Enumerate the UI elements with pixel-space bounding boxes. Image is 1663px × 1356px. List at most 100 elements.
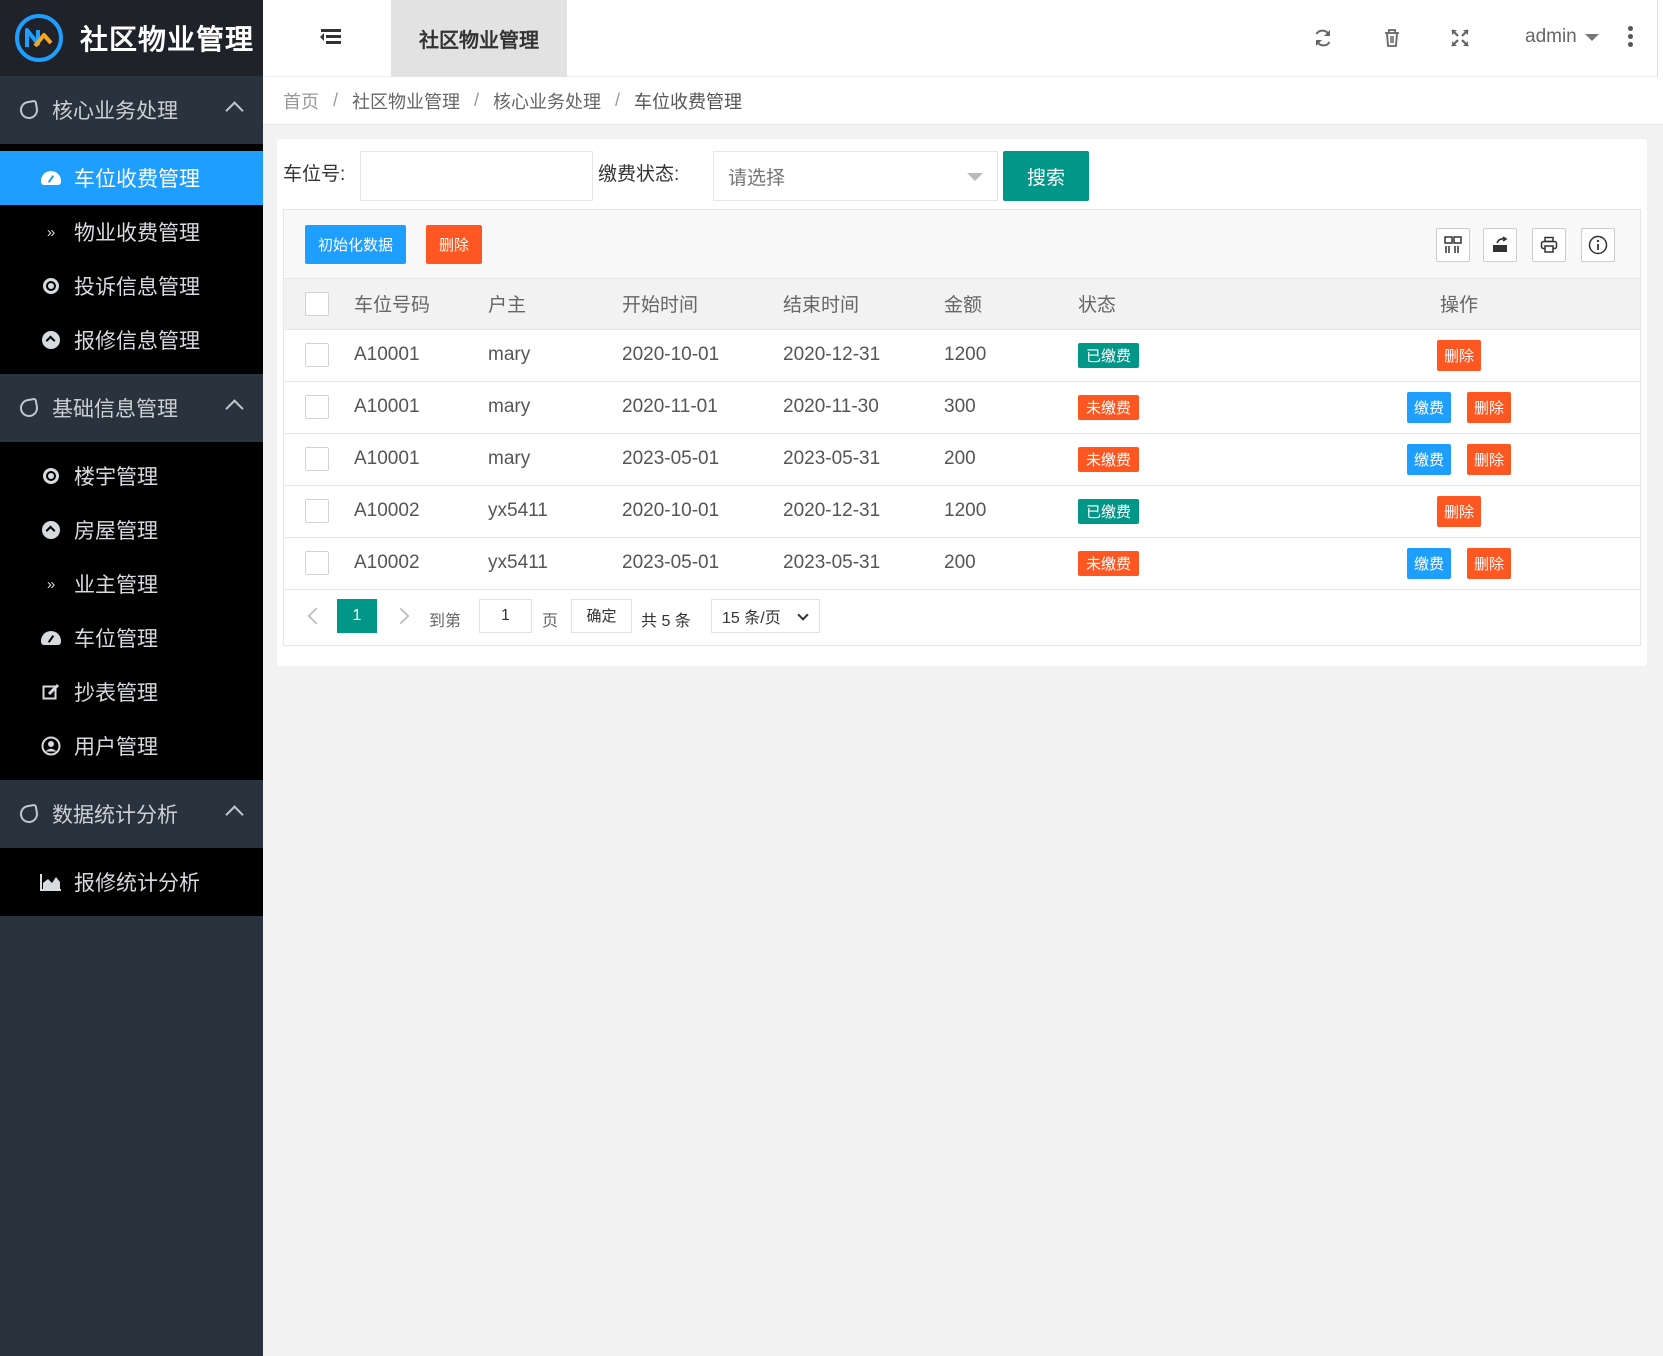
breadcrumb-separator: / — [474, 90, 480, 110]
sidebar-item-parking-spaces[interactable]: 车位管理 — [0, 611, 263, 665]
sidebar-item-label: 抄表管理 — [74, 682, 158, 705]
menu-group-items: 报修统计分析 — [0, 848, 263, 916]
chevron-up-icon — [225, 805, 244, 824]
page-current[interactable]: 1 — [337, 598, 377, 633]
tab-current[interactable]: 社区物业管理 — [391, 0, 567, 77]
logo[interactable]: 社区物业管理 — [0, 0, 263, 76]
chevron-up-icon — [225, 101, 244, 120]
space-input[interactable] — [360, 151, 593, 201]
cell-space: A10001 — [354, 381, 488, 434]
row-delete-button[interactable]: 删除 — [1436, 339, 1481, 371]
sidebar-item-parking-fee[interactable]: 车位收费管理 — [0, 151, 263, 205]
row-actions: 删除 — [1278, 495, 1640, 527]
menu-group-core[interactable]: 核心业务处理 — [0, 76, 263, 144]
cell-end: 2020-12-31 — [783, 329, 944, 382]
goto-label: 到第 — [429, 612, 462, 630]
cell-owner: mary — [488, 329, 622, 382]
next-page-icon[interactable] — [392, 607, 410, 624]
menu-group-stats[interactable]: 数据统计分析 — [0, 780, 263, 848]
table-row: A10001 mary 2020-10-01 2020-12-31 1200 已缴费 删除 — [284, 329, 1640, 382]
row-actions: 缴费 删除 — [1278, 443, 1640, 475]
status-select[interactable]: 请选择 — [713, 151, 998, 201]
double-chevron-down-icon: » — [46, 223, 56, 241]
search-form: 车位号: 缴费状态: 请选择 搜索 — [283, 145, 1089, 201]
cell-end: 2020-11-30 — [783, 381, 944, 434]
user-menu[interactable]: admin — [1525, 22, 1599, 52]
cell-space: A10001 — [354, 329, 488, 382]
init-data-button[interactable]: 初始化数据 — [305, 225, 407, 264]
column-header: 车位号码 — [354, 279, 488, 330]
status-badge: 已缴费 — [1078, 498, 1140, 524]
leaf-icon — [18, 803, 40, 825]
row-checkbox[interactable] — [305, 395, 329, 419]
sidebar-item-buildings[interactable]: 楼宇管理 — [0, 449, 263, 503]
select-all-checkbox[interactable] — [305, 291, 329, 316]
table-row: A10001 mary 2020-11-01 2020-11-30 300 未缴费 缴费 删除 — [284, 381, 1640, 434]
columns-icon[interactable] — [1436, 228, 1470, 262]
refresh-icon[interactable] — [1309, 24, 1337, 52]
batch-delete-button[interactable]: 删除 — [426, 225, 483, 264]
row-delete-button[interactable]: 删除 — [1467, 391, 1512, 423]
breadcrumb: 首页 / 社区物业管理 / 核心业务处理 / 车位收费管理 — [263, 77, 1663, 125]
menu-group-label: 基础信息管理 — [52, 398, 178, 421]
trash-icon[interactable] — [1378, 24, 1406, 52]
info-icon[interactable] — [1581, 228, 1615, 262]
pay-button[interactable]: 缴费 — [1406, 443, 1451, 475]
sidebar-item-repairs[interactable]: 报修信息管理 — [0, 313, 263, 367]
space-label: 车位号: — [283, 164, 346, 185]
breadcrumb-item[interactable]: 社区物业管理 — [352, 88, 460, 114]
sidebar-item-complaints[interactable]: 投诉信息管理 — [0, 259, 263, 313]
chevron-down-icon — [797, 608, 809, 621]
total-count: 共 5 条 — [641, 612, 691, 630]
row-checkbox[interactable] — [305, 343, 329, 367]
goto-confirm-button[interactable]: 确定 — [571, 598, 632, 633]
row-delete-button[interactable]: 删除 — [1467, 443, 1512, 475]
sidebar-item-meter-reading[interactable]: 抄表管理 — [0, 665, 263, 719]
sidebar-item-houses[interactable]: 房屋管理 — [0, 503, 263, 557]
row-checkbox[interactable] — [305, 499, 329, 523]
row-actions: 缴费 删除 — [1278, 391, 1640, 423]
row-checkbox[interactable] — [305, 447, 329, 471]
row-actions: 删除 — [1278, 339, 1640, 371]
column-header: 状态 — [1078, 279, 1278, 330]
prev-page-icon[interactable] — [307, 607, 325, 624]
sidebar-item-label: 投诉信息管理 — [74, 276, 200, 299]
logo-icon — [15, 14, 63, 62]
sidebar-item-repair-stats[interactable]: 报修统计分析 — [0, 855, 263, 909]
cell-start: 2020-11-01 — [622, 381, 783, 434]
sidebar-item-users[interactable]: 用户管理 — [0, 719, 263, 773]
fee-table: 车位号码 户主 开始时间 结束时间 金额 状态 操作 A10001 mary 202… — [284, 279, 1640, 590]
sidebar-item-owners[interactable]: » 业主管理 — [0, 557, 263, 611]
top-header: 社区物业管理 admin — [263, 0, 1663, 77]
area-chart-icon — [40, 871, 62, 893]
username: admin — [1525, 26, 1577, 47]
chevron-up-icon — [225, 399, 244, 418]
table-row: A10001 mary 2023-05-01 2023-05-31 200 未缴费 缴费 删除 — [284, 433, 1640, 486]
breadcrumb-current: 车位收费管理 — [634, 91, 743, 112]
user-circle-icon — [40, 735, 62, 757]
goto-page-input[interactable]: 1 — [479, 598, 532, 633]
cell-start: 2023-05-01 — [622, 537, 783, 590]
print-icon[interactable] — [1532, 228, 1566, 262]
page-size-select[interactable]: 15 条/页 — [711, 598, 820, 633]
pay-button[interactable]: 缴费 — [1406, 391, 1451, 423]
more-vertical-icon[interactable] — [1628, 26, 1634, 50]
row-checkbox[interactable] — [305, 551, 329, 575]
breadcrumb-home[interactable]: 首页 — [283, 88, 319, 114]
table-toolbar: 初始化数据 删除 — [284, 210, 1640, 279]
export-icon[interactable] — [1483, 228, 1517, 262]
sidebar-item-property-fee[interactable]: » 物业收费管理 — [0, 205, 263, 259]
table-header-row: 车位号码 户主 开始时间 结束时间 金额 状态 操作 — [284, 279, 1640, 330]
fullscreen-icon[interactable] — [1446, 24, 1474, 52]
row-delete-button[interactable]: 删除 — [1467, 547, 1512, 579]
row-delete-button[interactable]: 删除 — [1436, 495, 1481, 527]
cell-amount: 200 — [944, 433, 1078, 486]
menu-group-basic[interactable]: 基础信息管理 — [0, 374, 263, 442]
pay-button[interactable]: 缴费 — [1406, 547, 1451, 579]
breadcrumb-item[interactable]: 核心业务处理 — [493, 88, 601, 114]
search-button[interactable]: 搜索 — [1003, 151, 1089, 201]
app-title: 社区物业管理 — [80, 24, 255, 55]
status-select-placeholder: 请选择 — [728, 167, 786, 189]
menu-toggle-icon[interactable] — [320, 29, 341, 45]
scrollbar[interactable] — [1657, 0, 1663, 77]
